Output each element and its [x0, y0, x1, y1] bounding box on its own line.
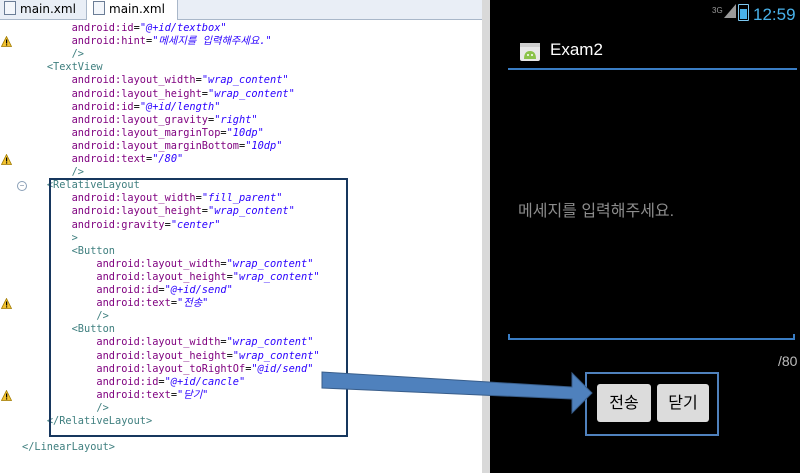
code-token: android:layout_marginTop	[71, 126, 221, 139]
app-title: Exam2	[550, 40, 603, 59]
code-token: android:hint	[71, 35, 147, 48]
code-line: android:layout_marginBottom="10dp"	[22, 139, 283, 153]
tab-main-xml-1[interactable]: main.xml	[4, 0, 76, 19]
code-token: android:layout_width	[71, 74, 196, 87]
code-line: />	[22, 48, 84, 61]
code-line: android:id="@+id/length"	[22, 100, 221, 114]
code-token: "wrap_content"	[208, 87, 295, 100]
edittext-corner-left	[508, 334, 510, 340]
button-group-highlight: 전송 닫기	[585, 372, 719, 436]
title-divider	[508, 68, 797, 70]
app-title-bar: Exam2	[490, 32, 800, 70]
edittext-corner-right	[793, 334, 795, 340]
code-token: "right"	[214, 113, 258, 126]
edittext-underline	[508, 338, 795, 340]
android-app-icon	[520, 43, 540, 61]
code-token: android:layout_height	[71, 87, 202, 100]
relativelayout-highlight-box	[49, 178, 348, 437]
code-line: android:text="/80"	[22, 153, 184, 166]
code-token: </LinearLayout>	[22, 441, 115, 454]
code-token: />	[71, 166, 85, 179]
code-token: "메세지를 입력해주세요."	[152, 35, 272, 48]
code-line: <TextView	[22, 61, 103, 74]
xml-file-icon	[93, 1, 105, 15]
code-token: <TextView	[46, 61, 103, 74]
close-button[interactable]: 닫기	[657, 384, 709, 422]
tab-label: main.xml	[109, 2, 165, 16]
send-button[interactable]: 전송	[597, 384, 651, 422]
code-line: android:hint="메세지를 입력해주세요."	[22, 35, 272, 48]
code-token: "wrap_content"	[201, 74, 289, 87]
code-line: android:layout_marginTop="10dp"	[22, 127, 264, 140]
code-line: android:layout_gravity="right"	[22, 114, 258, 127]
code-token: android:text	[71, 153, 147, 165]
tab-label: main.xml	[20, 2, 76, 16]
code-token: "@+id/textbox"	[139, 22, 227, 34]
tab-main-xml-2[interactable]: main.xml	[86, 0, 178, 20]
code-token: android:layout_marginBottom	[71, 139, 239, 152]
code-token: android:layout_gravity	[71, 113, 208, 126]
battery-icon	[738, 4, 749, 21]
code-token: android:id	[71, 22, 134, 34]
code-line: android:layout_width="wrap_content"	[22, 74, 289, 87]
network-type: 3G	[712, 6, 723, 15]
length-counter: /80	[778, 353, 798, 369]
status-bar: 3G 12:59	[490, 0, 800, 32]
editor-tab-bar: main.xml main.xml	[0, 0, 489, 20]
android-emulator-screen: 3G 12:59 Exam2 메세지를 입력해주세요. /80 전송 닫기	[490, 0, 800, 473]
code-line: android:id="@+id/textbox"	[22, 22, 227, 35]
code-token: "10dp"	[226, 126, 264, 139]
code-token: "@+id/length"	[139, 100, 221, 113]
code-token: />	[71, 48, 85, 61]
code-token: "/80"	[152, 153, 184, 165]
status-time: 12:59	[753, 5, 796, 24]
message-edittext[interactable]: 메세지를 입력해주세요.	[508, 180, 795, 340]
signal-icon	[724, 4, 736, 18]
edittext-hint: 메세지를 입력해주세요.	[518, 203, 675, 220]
code-token: "10dp"	[245, 139, 283, 152]
code-token: android:id	[71, 100, 134, 113]
code-line: </LinearLayout>	[22, 441, 115, 454]
xml-file-icon	[4, 1, 16, 15]
xml-editor-pane: main.xml main.xml android:id="@+id/textb…	[0, 0, 489, 473]
divider-scrollbar[interactable]	[482, 0, 490, 473]
code-line: android:layout_height="wrap_content"	[22, 88, 295, 101]
